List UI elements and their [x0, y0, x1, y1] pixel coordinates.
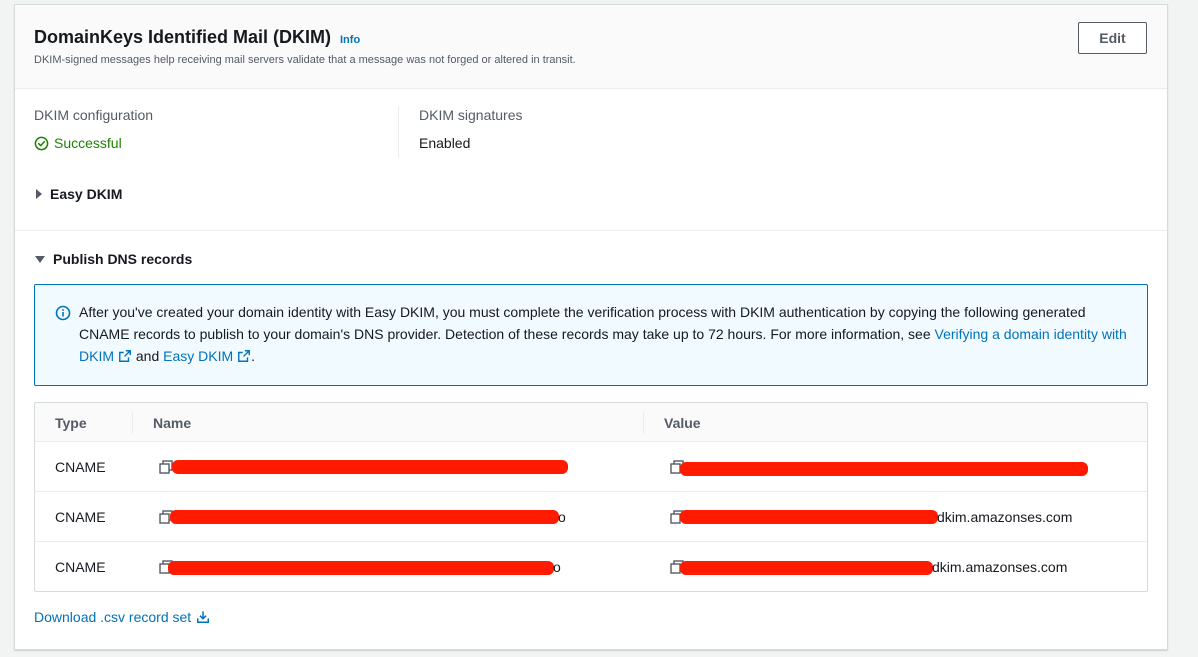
- column-header-value: Value: [664, 415, 701, 431]
- copy-icon[interactable]: [159, 460, 173, 474]
- redacted-name: [172, 460, 568, 474]
- dkim-configuration-value: Successful: [54, 135, 122, 151]
- download-csv-label: Download .csv record set: [34, 609, 192, 625]
- check-circle-icon: [34, 136, 49, 150]
- column-header-name: Name: [153, 415, 192, 431]
- redacted-value: [680, 561, 933, 575]
- record-name-suffix: o: [558, 509, 566, 525]
- caret-down-icon: [35, 255, 45, 263]
- section-divider: [15, 230, 1167, 231]
- redacted-name: [170, 510, 559, 524]
- record-value-suffix: dkim.amazonses.com: [937, 509, 1073, 525]
- easy-dkim-link[interactable]: Easy DKIM: [163, 348, 251, 364]
- dkim-signatures-label: DKIM signatures: [419, 107, 523, 123]
- dkim-panel: DomainKeys Identified Mail (DKIM) Info D…: [14, 4, 1168, 650]
- download-csv-link[interactable]: Download .csv record set: [34, 609, 210, 625]
- alert-end: .: [251, 348, 256, 364]
- easy-dkim-expander[interactable]: Easy DKIM: [36, 186, 122, 202]
- summary-divider: [398, 106, 399, 158]
- record-value-suffix: dkim.amazonses.com: [932, 559, 1068, 575]
- easy-dkim-link-text: Easy DKIM: [163, 348, 234, 364]
- record-type: CNAME: [55, 509, 106, 525]
- redacted-value: [680, 462, 1088, 476]
- column-separator: [643, 412, 644, 434]
- info-circle-icon: [55, 305, 71, 321]
- dkim-configuration-status: Successful: [34, 135, 122, 151]
- external-link-icon: [238, 350, 251, 362]
- record-type: CNAME: [55, 459, 106, 475]
- caret-right-icon: [36, 189, 42, 199]
- redacted-name: [168, 561, 554, 575]
- edit-button[interactable]: Edit: [1078, 22, 1147, 54]
- column-header-type: Type: [55, 415, 87, 431]
- panel-description: DKIM-signed messages help receiving mail…: [34, 54, 576, 66]
- table-header: Type Name Value: [35, 403, 1147, 442]
- redacted-value: [680, 510, 938, 524]
- dns-records-table: Type Name Value CNAME CNAME o dkim.amazo…: [34, 402, 1148, 592]
- dkim-signatures-value: Enabled: [419, 135, 471, 151]
- external-link-icon: [119, 350, 131, 362]
- dkim-configuration-label: DKIM configuration: [34, 107, 154, 123]
- alert-middle: and: [132, 348, 164, 364]
- panel-title: DomainKeys Identified Mail (DKIM): [34, 27, 332, 47]
- record-name-suffix: o: [553, 559, 561, 575]
- info-alert: After you've created your domain identit…: [34, 284, 1148, 386]
- alert-text: After you've created your domain identit…: [79, 301, 1129, 367]
- info-link[interactable]: Info: [340, 34, 360, 46]
- publish-dns-expander[interactable]: Publish DNS records: [35, 251, 192, 267]
- download-icon: [197, 611, 210, 623]
- column-separator: [132, 412, 133, 434]
- panel-header: DomainKeys Identified Mail (DKIM) Info D…: [15, 5, 1167, 89]
- table-row: CNAME: [35, 442, 1147, 492]
- table-row: CNAME o dkim.amazonses.com: [35, 492, 1147, 542]
- table-row: CNAME o dkim.amazonses.com: [35, 542, 1147, 591]
- easy-dkim-label: Easy DKIM: [50, 186, 123, 202]
- publish-dns-label: Publish DNS records: [53, 251, 193, 267]
- record-type: CNAME: [55, 559, 106, 575]
